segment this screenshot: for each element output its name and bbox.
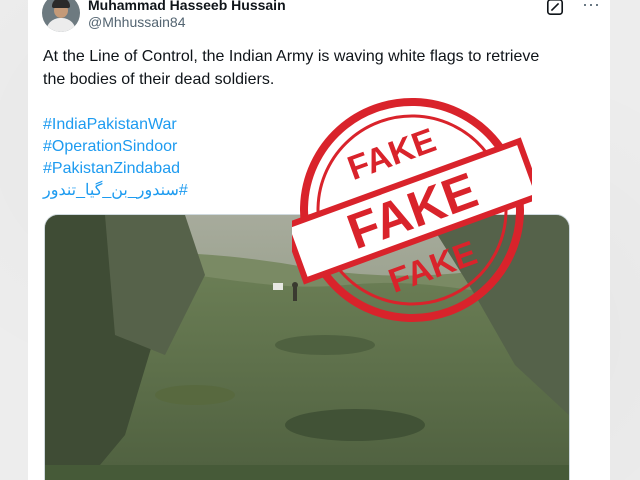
avatar-body	[46, 18, 76, 32]
fake-stamp: FAKE FAKE FAKE	[292, 98, 532, 322]
avatar[interactable]	[42, 0, 80, 32]
author-handle[interactable]: @Mhhussain84	[88, 14, 186, 30]
more-options-icon[interactable]: ···	[580, 0, 602, 14]
grok-icon[interactable]	[546, 0, 564, 16]
tweet-text: At the Line of Control, the Indian Army …	[43, 48, 540, 88]
author-name[interactable]: Muhammad Hasseeb Hussain	[88, 0, 286, 13]
tweet-header: Muhammad Hasseeb Hussain @Mhhussain84 ··…	[28, 0, 610, 36]
avatar-cap	[52, 0, 70, 8]
